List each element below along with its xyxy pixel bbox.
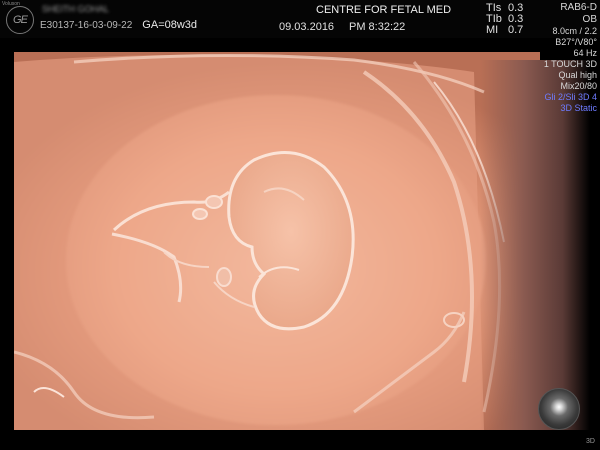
quality-setting: Qual high	[558, 70, 597, 80]
mix-setting: Mix20/80	[560, 81, 597, 91]
logo-subtitle: Voluson	[2, 1, 20, 7]
logo-text: GE	[13, 14, 28, 26]
static-setting: 3D Static	[560, 103, 597, 113]
frequency-setting: 64 Hz	[573, 48, 597, 58]
ultrasound-3d-viewport[interactable]	[14, 52, 540, 430]
index-value: 0.7	[508, 24, 524, 36]
rendered-volume	[14, 53, 505, 430]
render-setting: Gli 2/Sli 3D 4	[544, 92, 597, 102]
index-mi: MI 0.7	[486, 24, 523, 36]
exam-date: 09.03.2016	[279, 21, 335, 33]
mode-setting: 1 TOUCH 3D	[543, 59, 597, 69]
exam-info: E30137-16-03-09-22 GA=08w3d	[40, 19, 197, 31]
probe-name: RAB6-D	[560, 2, 597, 13]
institution-name: CENTRE FOR FETAL MED	[316, 4, 452, 16]
index-label: MI	[486, 24, 499, 36]
patient-name: SHEITH GOHAL	[42, 4, 110, 14]
exam-id: E30137-16-03-09-22	[40, 20, 133, 31]
application-preset: OB	[582, 14, 597, 25]
angle-setting: B27°/V80°	[555, 37, 597, 47]
trackball-icon[interactable]	[538, 388, 580, 430]
volume-edge-shading	[480, 60, 590, 430]
gestational-age: GA=08w3d	[142, 19, 198, 31]
corner-label: 3D	[586, 438, 595, 445]
ge-logo-icon: GE	[6, 6, 34, 34]
depth-setting: 8.0cm / 2.2	[552, 26, 597, 36]
exam-time: PM 8:32:22	[349, 21, 406, 33]
